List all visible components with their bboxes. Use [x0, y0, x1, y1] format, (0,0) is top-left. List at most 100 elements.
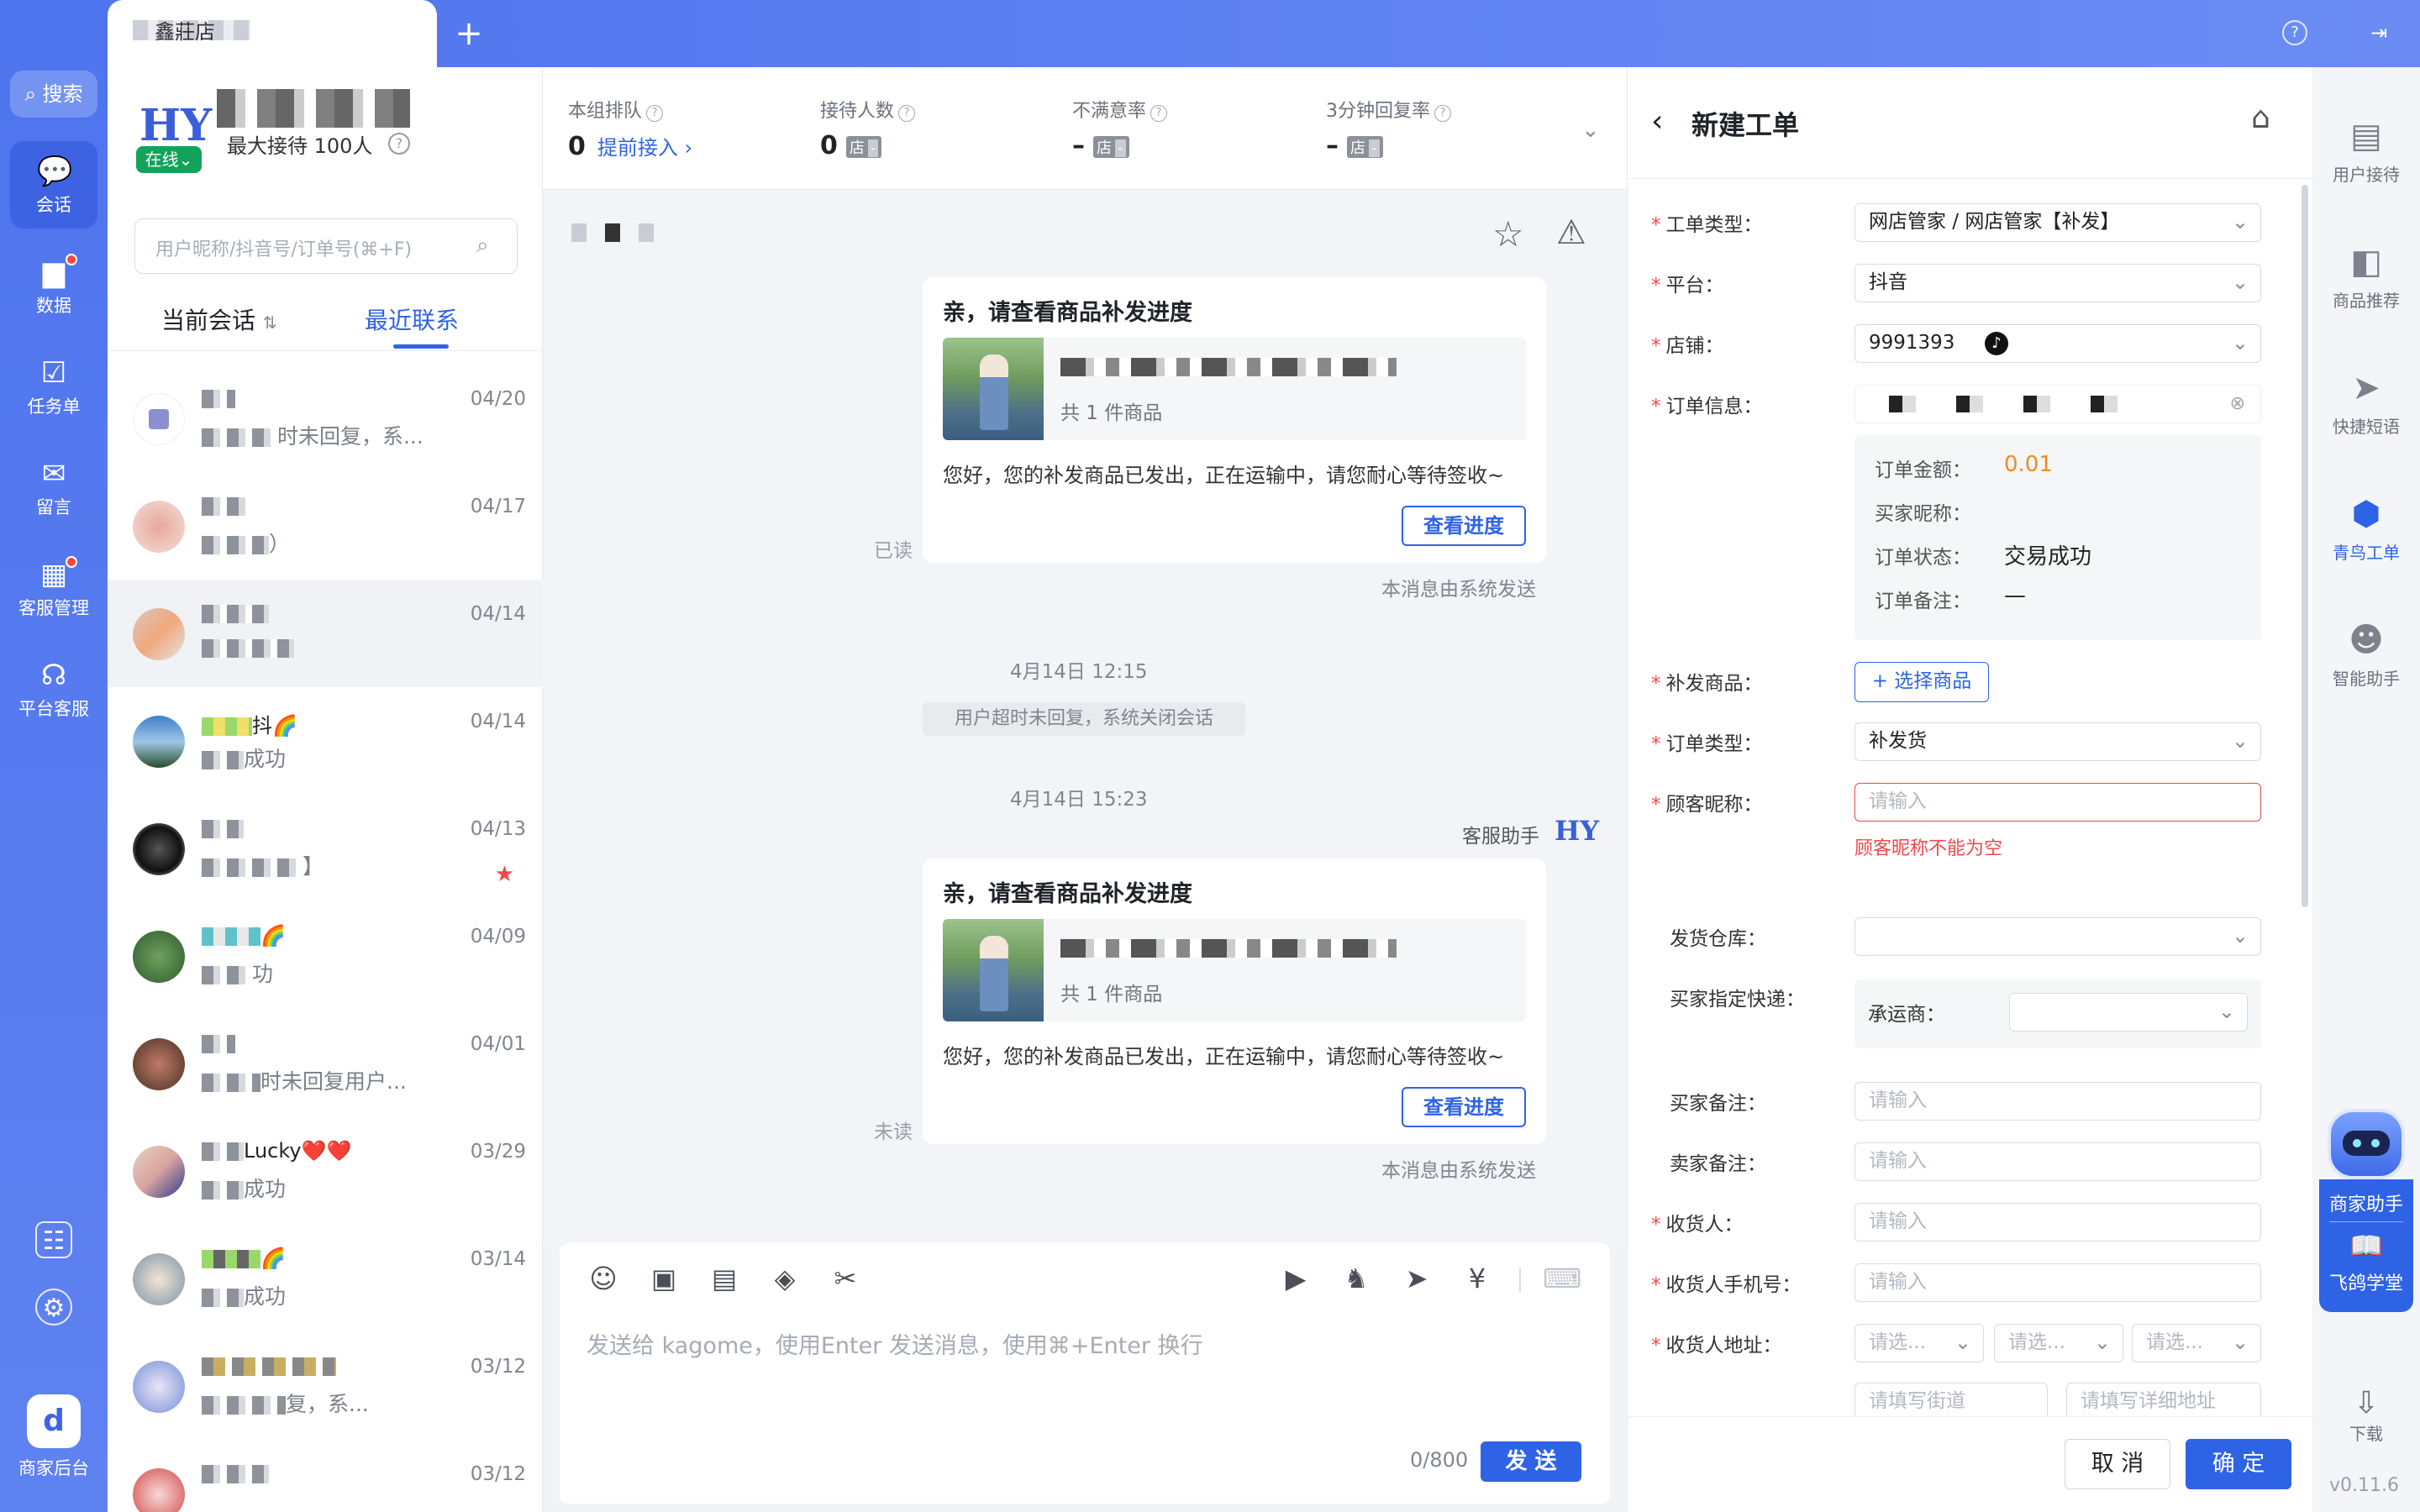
conversation-row[interactable]: 时未回复，系... 04/20: [108, 365, 543, 472]
tool-smart-assistant[interactable]: ☻ 智能助手: [2312, 571, 2420, 689]
conversation-row[interactable]: 复，系... 03/12: [108, 1332, 543, 1440]
tool-product-recommend[interactable]: ◧ 商品推荐: [2312, 193, 2420, 311]
early-access-link[interactable]: 提前接入 ›: [597, 136, 692, 160]
product-summary[interactable]: 共 1 件商品: [943, 919, 1526, 1021]
confirm-button[interactable]: 确 定: [2186, 1439, 2291, 1489]
nav-item-platform-service[interactable]: ☊ 平台客服: [10, 645, 97, 732]
add-tab-button[interactable]: +: [450, 15, 487, 52]
receiver-input[interactable]: 请输入: [1854, 1203, 2261, 1242]
nav-item-tasks[interactable]: ☑ 任务单: [10, 343, 97, 430]
product-summary[interactable]: 共 1 件商品: [943, 338, 1526, 440]
conversation-row[interactable]: ） 04/17: [108, 472, 543, 580]
send-plane-icon[interactable]: ➤: [1400, 1262, 1434, 1295]
stat-label: 不满意率: [1072, 101, 1147, 122]
select-product-button[interactable]: + 选择商品: [1854, 662, 1989, 702]
help-icon[interactable]: ?: [898, 104, 916, 122]
conversation-row[interactable]: 抖🌈 成功 04/14: [108, 687, 543, 795]
image-icon[interactable]: ▣: [647, 1262, 681, 1295]
agent-status-dropdown[interactable]: 在线⌄: [136, 146, 202, 173]
platform-select[interactable]: 抖音 ⌄: [1854, 264, 2261, 302]
work-order-type-select[interactable]: 网店管家 / 网店管家【补发】 ⌄: [1854, 203, 2261, 242]
settings-icon[interactable]: ⚙: [35, 1289, 72, 1326]
tab-recent-contacts[interactable]: 最近联系: [365, 302, 459, 336]
customer-nick-input[interactable]: 请输入: [1854, 783, 2261, 822]
conversation-row[interactable]: 03/12: [108, 1440, 543, 1512]
scissors-icon[interactable]: ✂: [829, 1262, 862, 1295]
status-label: 在线: [145, 150, 179, 170]
conversation-row[interactable]: 时未回复用户... 04/01: [108, 1010, 543, 1117]
scrollbar[interactable]: [2302, 185, 2308, 907]
conversation-row[interactable]: 🌈 成功 03/14: [108, 1225, 543, 1332]
robot-mascot-icon: [2328, 1109, 2405, 1179]
city-select[interactable]: 请选... ⌄: [1994, 1324, 2123, 1362]
product-image: [943, 338, 1044, 440]
feige-school-label[interactable]: 飞鸽学堂: [2319, 1268, 2413, 1295]
nav-item-service-management[interactable]: ▦ 客服管理: [10, 544, 97, 632]
merchant-backend-logo[interactable]: d: [27, 1394, 81, 1448]
shop-tab-active[interactable]: 鑫莊店: [108, 0, 437, 67]
order-type-select[interactable]: 补发货 ⌄: [1854, 722, 2261, 761]
help-icon[interactable]: ?: [1434, 104, 1452, 122]
help-icon[interactable]: ?: [388, 133, 410, 155]
send-button[interactable]: 发 送: [1481, 1441, 1581, 1482]
merchant-assistant-widget[interactable]: 商家助手 📖 飞鸽学堂: [2319, 1109, 2413, 1312]
receiver-phone-input[interactable]: 请输入: [1854, 1263, 2261, 1302]
nav-item-messages[interactable]: ✉ 留言: [10, 444, 97, 531]
keyboard-icon[interactable]: ⌨: [1543, 1262, 1581, 1295]
province-select[interactable]: 请选... ⌄: [1854, 1324, 1984, 1362]
order-info-input[interactable]: ⊗: [1854, 385, 2261, 423]
conversation-row[interactable]: Lucky❤️❤️ 成功 03/29: [108, 1117, 543, 1225]
conversation-search-input[interactable]: 用户昵称/抖音号/订单号(⌘+F) ⌕: [134, 218, 518, 274]
buyer-note-input[interactable]: 请输入: [1854, 1082, 2261, 1121]
avatar: [133, 1038, 185, 1090]
shop-select[interactable]: 9991393 ♪ ⌄: [1854, 324, 2261, 363]
conversation-row[interactable]: 】 04/13 ★: [108, 795, 543, 902]
video-play-icon[interactable]: ▶: [1279, 1262, 1313, 1295]
composer-input[interactable]: 发送给 kagome，使用Enter 发送消息，使用⌘+Enter 换行: [587, 1327, 1203, 1360]
search-button[interactable]: ⌕ 搜索: [10, 71, 97, 118]
seller-note-input[interactable]: 请输入: [1854, 1142, 2261, 1181]
help-icon[interactable]: ?: [2282, 20, 2307, 45]
tab-current-conversations[interactable]: 当前会话 ⇅: [161, 302, 277, 336]
chevron-double-down-icon[interactable]: ⌄: [1581, 118, 1600, 143]
time-divider: 4月14日 12:15: [1010, 661, 1148, 683]
logout-icon[interactable]: ⇥: [2366, 20, 2391, 45]
back-icon[interactable]: ‹: [1651, 104, 1663, 139]
merchant-assistant-label[interactable]: 商家助手: [2319, 1189, 2413, 1216]
view-progress-button[interactable]: 查看进度: [1402, 1087, 1526, 1127]
search-placeholder: 用户昵称/抖音号/订单号(⌘+F): [155, 239, 413, 260]
flag-icon[interactable]: ★: [495, 862, 514, 887]
layers-icon[interactable]: ◈: [768, 1262, 802, 1295]
emoji-icon[interactable]: ☺: [587, 1262, 620, 1295]
video-icon[interactable]: ▤: [708, 1262, 741, 1295]
conversation-row[interactable]: 🌈 功 04/09: [108, 902, 543, 1010]
tool-user-reception[interactable]: ▤ 用户接待: [2312, 67, 2420, 185]
help-icon[interactable]: ?: [1150, 104, 1168, 122]
warning-icon[interactable]: ⚠: [1556, 213, 1586, 252]
home-icon[interactable]: ⌂: [2251, 101, 2270, 135]
field-label: * 平台：: [1651, 275, 1724, 297]
view-progress-button[interactable]: 查看进度: [1402, 506, 1526, 546]
conversation-preview: 成功: [202, 1280, 286, 1310]
nav-item-data[interactable]: ▆ 数据: [10, 242, 97, 329]
message-card: 亲，请查看商品补发进度 共 1 件商品 您好，您的补发商品已发出，正在运输中，请…: [923, 277, 1546, 563]
order-number-blurred: [1869, 396, 2121, 412]
checklist-icon[interactable]: ☷: [35, 1221, 72, 1258]
help-icon[interactable]: ?: [646, 104, 664, 122]
coupon-icon[interactable]: ¥: [1460, 1262, 1494, 1295]
download-button[interactable]: ⇩ 下载: [2312, 1386, 2420, 1445]
warehouse-select[interactable]: ⌄: [1854, 917, 2261, 956]
chevron-down-icon: ⌄: [2093, 1331, 2111, 1354]
conversation-row-selected[interactable]: 04/14: [108, 580, 543, 687]
message-composer: ☺ ▣ ▤ ◈ ✂ ▶ ♞ ➤ ¥ ⌨ 发送给 kagome，使用Enter 发…: [560, 1243, 1610, 1504]
carrier-select[interactable]: ⌄: [2009, 993, 2248, 1032]
tool-quick-phrases[interactable]: ➤ 快捷短语: [2312, 319, 2420, 437]
chevron-down-icon: ⌄: [2217, 1000, 2235, 1023]
district-select[interactable]: 请选... ⌄: [2132, 1324, 2261, 1362]
char-count: 0/800: [1410, 1448, 1469, 1472]
tool-qingniao-workorder[interactable]: ⬢ 青鸟工单: [2312, 445, 2420, 563]
nav-item-chat[interactable]: 💬 会话: [10, 141, 97, 228]
star-icon[interactable]: ☆: [1492, 213, 1524, 255]
cancel-button[interactable]: 取 消: [2065, 1439, 2170, 1489]
bell-icon[interactable]: ♞: [1339, 1262, 1373, 1295]
